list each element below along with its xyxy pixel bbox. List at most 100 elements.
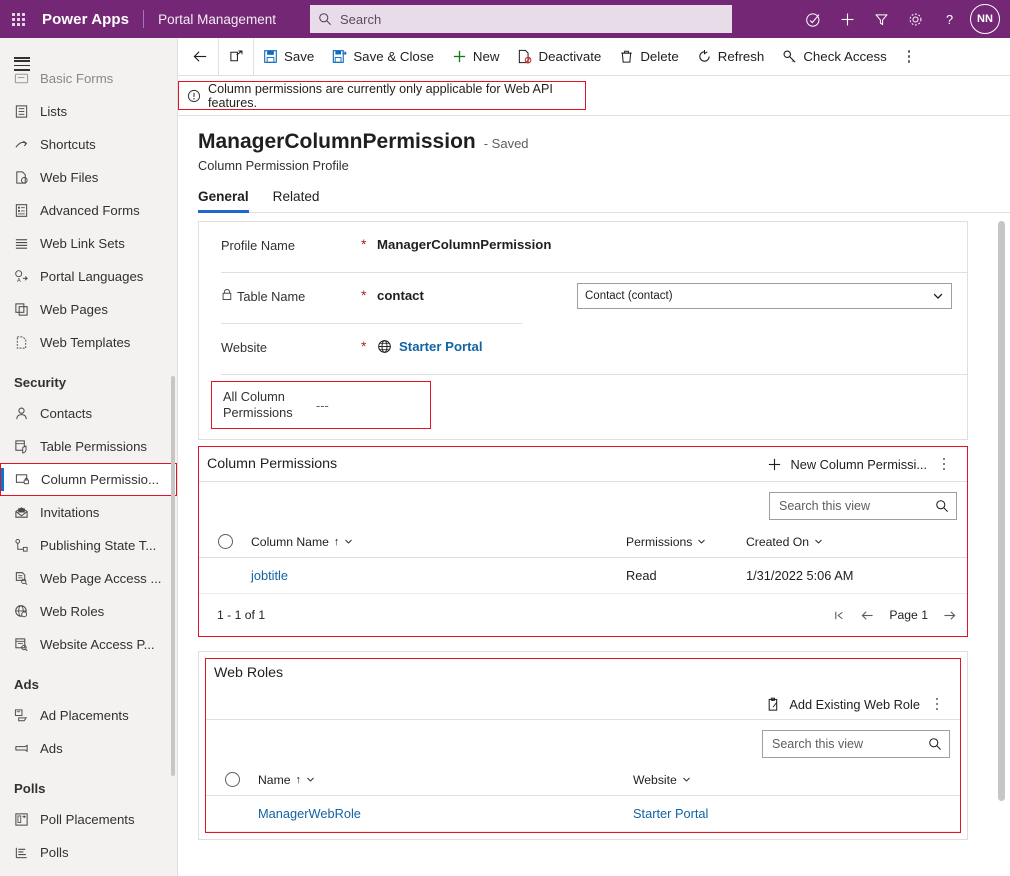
sidebar-item-invitations[interactable]: Invitations — [0, 496, 177, 529]
table-name-value[interactable]: contact — [377, 273, 577, 303]
sidebar-item-basic-forms[interactable]: Basic Forms — [0, 62, 177, 95]
search-icon[interactable] — [935, 499, 949, 513]
sidebar-item-portal-languages[interactable]: A Portal Languages — [0, 260, 177, 293]
refresh-button[interactable]: Refresh — [688, 38, 774, 76]
add-existing-web-role-button[interactable]: Add Existing Web Role — [762, 697, 924, 712]
web-role-name-link[interactable]: ManagerWebRole — [258, 806, 361, 821]
website-link[interactable]: Starter Portal — [399, 339, 483, 354]
avatar[interactable]: NN — [970, 4, 1000, 34]
gear-icon[interactable] — [898, 0, 932, 38]
sidebar-item-column-permissions[interactable]: Column Permissio... — [0, 463, 177, 496]
web-roles-card: Web Roles Add Existing Web Role Search t… — [198, 651, 968, 840]
column-header-label: Permissions — [626, 534, 693, 549]
svg-text:A: A — [17, 278, 21, 284]
website-value[interactable]: Starter Portal — [377, 324, 967, 354]
save-button[interactable]: Save — [254, 38, 323, 76]
sidebar-item-publishing-state-transitions[interactable]: Publishing State T... — [0, 529, 177, 562]
sidebar-item-web-files[interactable]: Web Files — [0, 161, 177, 194]
column-header-created-on[interactable]: Created On — [746, 535, 967, 549]
circle-checkbox-icon[interactable] — [224, 772, 240, 787]
circle-checkbox-icon[interactable] — [217, 534, 233, 549]
new-column-permission-button[interactable]: New Column Permissi... — [763, 457, 931, 472]
column-header-website[interactable]: Website — [633, 773, 960, 787]
all-column-permissions-value[interactable]: --- — [316, 398, 329, 413]
web-roles-search[interactable] — [762, 730, 950, 758]
chevron-down-icon[interactable] — [306, 775, 315, 784]
sidebar-item-ads[interactable]: Ads — [0, 732, 177, 765]
filter-icon[interactable] — [864, 0, 898, 38]
chevron-down-icon[interactable] — [344, 537, 353, 546]
cell-website[interactable]: Starter Portal — [633, 806, 960, 821]
cell-column-name[interactable]: jobtitle — [251, 568, 626, 583]
form-tabs: General Related — [198, 189, 1010, 213]
column-header-name[interactable]: Name ↑ — [258, 773, 633, 787]
search-input[interactable] — [338, 10, 724, 28]
save-and-close-button[interactable]: Save & Close — [323, 38, 443, 76]
web-roles-subgrid-title: Web Roles — [214, 665, 284, 681]
trash-icon — [619, 49, 634, 64]
cell-name[interactable]: ManagerWebRole — [258, 806, 633, 821]
sidebar-item-poll-placements[interactable]: Poll Placements — [0, 803, 177, 836]
search-input[interactable] — [777, 498, 935, 514]
global-search[interactable] — [310, 5, 732, 33]
tab-general[interactable]: General — [198, 189, 259, 213]
select-all-checkbox[interactable] — [199, 534, 251, 549]
chevron-down-icon[interactable] — [682, 775, 691, 784]
delete-button[interactable]: Delete — [610, 38, 687, 76]
next-page-button[interactable] — [942, 609, 957, 622]
sidebar-item-ad-placements[interactable]: Ad Placements — [0, 699, 177, 732]
form-scroll-area: Profile Name * ManagerColumnPermission T… — [178, 213, 1010, 876]
first-page-button[interactable] — [833, 609, 846, 622]
basic-forms-icon — [14, 71, 40, 86]
sidebar-item-web-templates[interactable]: Web Templates — [0, 326, 177, 359]
search-icon[interactable] — [928, 737, 942, 751]
record-count-label: 1 - 1 of 1 — [217, 608, 266, 622]
profile-name-value[interactable]: ManagerColumnPermission — [377, 222, 967, 252]
sidebar-item-web-roles[interactable]: Web Roles — [0, 595, 177, 628]
help-icon[interactable]: ? — [932, 0, 966, 38]
page-scrollbar[interactable] — [998, 221, 1005, 801]
column-name-link[interactable]: jobtitle — [251, 568, 288, 583]
new-button[interactable]: New — [443, 38, 509, 76]
command-bar-overflow-button[interactable] — [896, 38, 922, 76]
popout-button[interactable] — [218, 37, 254, 76]
tab-related[interactable]: Related — [273, 189, 330, 212]
brand-label[interactable]: Power Apps — [36, 11, 143, 28]
deactivate-button[interactable]: Deactivate — [508, 38, 610, 76]
sidebar-item-web-pages[interactable]: Web Pages — [0, 293, 177, 326]
app-launcher-button[interactable] — [0, 0, 36, 38]
chevron-down-icon[interactable] — [697, 537, 706, 546]
back-button[interactable] — [182, 38, 218, 76]
column-permissions-overflow-button[interactable] — [931, 445, 957, 483]
table-name-dropdown[interactable]: Contact (contact) — [577, 283, 952, 309]
table-name-dropdown-value: Contact (contact) — [585, 290, 673, 302]
previous-page-button[interactable] — [860, 609, 875, 622]
web-role-website-link[interactable]: Starter Portal — [633, 806, 708, 821]
table-row[interactable]: ManagerWebRole Starter Portal — [206, 796, 960, 832]
sidebar-item-polls[interactable]: Polls — [0, 836, 177, 869]
all-column-permissions-field: All Column Permissions --- — [211, 381, 431, 429]
sidebar-item-shortcuts[interactable]: Shortcuts — [0, 128, 177, 161]
chevron-down-icon[interactable] — [814, 537, 823, 546]
sidebar-scrollbar[interactable] — [171, 376, 175, 776]
table-row[interactable]: jobtitle Read 1/31/2022 5:06 AM — [199, 558, 967, 594]
sidebar-nav-list: Basic Forms Lists Shortcuts Web Files Ad… — [0, 62, 177, 869]
column-header-column-name[interactable]: Column Name ↑ — [251, 535, 626, 549]
sidebar-item-contacts[interactable]: Contacts — [0, 397, 177, 430]
column-permissions-search[interactable] — [769, 492, 957, 520]
sidebar-item-table-permissions[interactable]: Table Permissions — [0, 430, 177, 463]
column-header-permissions[interactable]: Permissions — [626, 535, 746, 549]
pen-check-icon[interactable] — [796, 0, 830, 38]
web-roles-overflow-button[interactable] — [924, 685, 950, 723]
required-marker: * — [361, 338, 367, 354]
search-input[interactable] — [770, 736, 928, 752]
sidebar-item-website-access-permissions[interactable]: Website Access P... — [0, 628, 177, 661]
sidebar-item-web-page-access-rules[interactable]: Web Page Access ... — [0, 562, 177, 595]
sidebar-item-lists[interactable]: Lists — [0, 95, 177, 128]
app-name-label[interactable]: Portal Management — [144, 12, 276, 27]
check-access-button[interactable]: Check Access — [773, 38, 896, 76]
sidebar-item-advanced-forms[interactable]: Advanced Forms — [0, 194, 177, 227]
sidebar-item-web-link-sets[interactable]: Web Link Sets — [0, 227, 177, 260]
select-all-checkbox[interactable] — [206, 772, 258, 787]
plus-icon[interactable] — [830, 0, 864, 38]
